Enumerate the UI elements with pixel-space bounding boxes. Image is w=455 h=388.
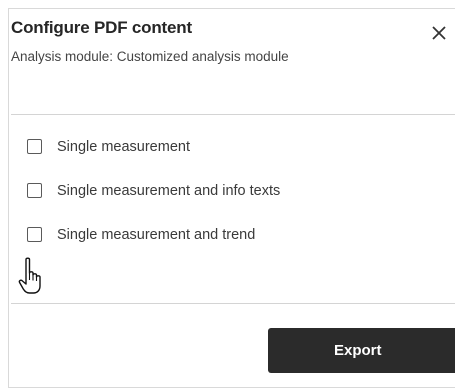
option-label: Single measurement and info texts — [57, 183, 281, 199]
single-measurement-checkbox[interactable] — [27, 139, 42, 154]
close-icon[interactable] — [428, 22, 450, 44]
dialog-subtitle: Analysis module: Customized analysis mod… — [11, 49, 289, 64]
single-measurement-trend-checkbox[interactable] — [27, 227, 42, 242]
option-label: Single measurement — [57, 139, 190, 155]
option-label: Single measurement and trend — [57, 227, 256, 243]
single-measurement-info-texts-checkbox[interactable] — [27, 183, 42, 198]
export-button[interactable]: Export — [268, 328, 455, 373]
dialog-title: Configure PDF content — [11, 18, 192, 37]
footer-divider — [11, 303, 455, 304]
hand-pointer-icon — [18, 256, 44, 296]
header-divider — [11, 114, 455, 115]
